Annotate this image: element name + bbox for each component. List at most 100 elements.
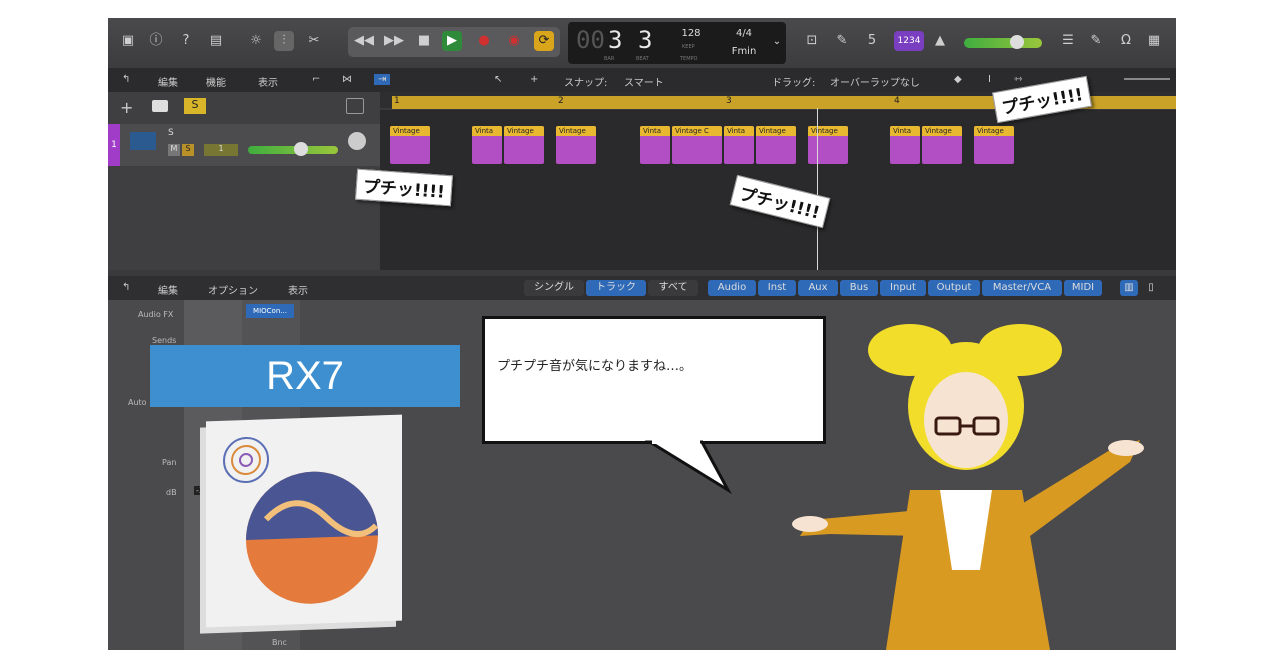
filter-input[interactable]: Input <box>880 280 926 296</box>
audio-region[interactable]: Vintage <box>556 126 596 164</box>
track-header[interactable]: 1 S M S 1 <box>108 124 380 166</box>
back-icon[interactable]: ↰ <box>122 74 130 85</box>
pencil-tool-icon[interactable]: + <box>530 74 538 85</box>
menu-edit[interactable]: 編集 <box>158 74 178 89</box>
horizontal-zoom-icon[interactable]: ⇿ <box>1014 74 1022 85</box>
record-icon[interactable]: ● <box>474 31 494 51</box>
record-enable-button[interactable]: 1 <box>204 144 238 156</box>
filter-master-vca[interactable]: Master/VCA <box>982 280 1062 296</box>
loop-browser-icon[interactable]: Ω <box>1116 31 1136 51</box>
waveform-zoom-icon[interactable]: ◆ <box>954 74 962 85</box>
notes-icon[interactable]: 5 <box>862 31 882 51</box>
lcd-bar-caption: BAR <box>604 56 615 62</box>
tuner-count-in[interactable]: 1234 <box>894 31 924 51</box>
audio-region[interactable]: Vinta <box>640 126 670 164</box>
library-icon[interactable]: ▣ <box>118 31 138 51</box>
list-icon[interactable]: ☰ <box>1058 31 1078 51</box>
bounce-button[interactable]: Bnc <box>272 638 287 647</box>
audio-region[interactable]: Vintage <box>390 126 430 164</box>
zoom-slider[interactable] <box>1124 78 1170 80</box>
track-volume-knob[interactable] <box>294 142 308 156</box>
audio-region[interactable]: Vinta <box>890 126 920 164</box>
wide-view-icon[interactable]: ▥ <box>1120 280 1138 296</box>
list-editors-icon[interactable]: ⊡ <box>802 31 822 51</box>
editors-icon[interactable]: ✂ <box>304 31 324 51</box>
mixer-menu-edit[interactable]: 編集 <box>158 282 178 297</box>
flex-icon[interactable]: ⌐ <box>312 74 320 85</box>
rx7-box-art <box>223 437 379 604</box>
cycle-icon[interactable]: ⟳ <box>534 31 554 51</box>
mixer-icon[interactable]: ⫶ <box>274 31 294 51</box>
scope-all[interactable]: すべて <box>648 280 698 296</box>
smart-tempo-icon[interactable]: ⇥ <box>374 74 391 85</box>
track-options-icon[interactable] <box>346 98 364 114</box>
help-icon[interactable]: ? <box>176 31 196 51</box>
pointer-tool-icon[interactable]: ↖ <box>494 74 502 85</box>
lcd-dropdown-icon[interactable]: ⌄ <box>772 36 782 47</box>
ruler-mark: 4 <box>894 96 900 106</box>
scope-single[interactable]: シングル <box>524 280 584 296</box>
ruler-mark: 1 <box>394 96 400 106</box>
audio-region[interactable]: Vinta <box>724 126 754 164</box>
info-icon[interactable]: ⓘ <box>146 31 166 51</box>
mixer-menu-options[interactable]: オプション <box>208 282 258 297</box>
catch-icon[interactable]: ⋈ <box>342 74 352 85</box>
drag-dropdown[interactable]: オーバーラップなし <box>830 74 920 89</box>
audio-region[interactable]: Vinta <box>472 126 502 164</box>
mixer-back-icon[interactable]: ↰ <box>122 282 130 293</box>
region-label: Vinta <box>640 126 670 136</box>
audio-region[interactable]: Vintage C <box>672 126 722 164</box>
global-solo-icon[interactable]: S <box>184 98 206 114</box>
plugin-slot[interactable]: MIOCon... <box>246 304 294 318</box>
audio-region[interactable]: Vintage <box>974 126 1014 164</box>
note-pad-icon[interactable]: ✎ <box>1086 31 1106 51</box>
toolbar-icon[interactable]: ▤ <box>206 31 226 51</box>
master-volume-slider[interactable] <box>964 38 1042 48</box>
pan-label: Pan <box>162 458 177 467</box>
pencil-icon[interactable]: ✎ <box>832 31 852 51</box>
filter-audio[interactable]: Audio <box>708 280 756 296</box>
narrow-view-icon[interactable]: ▯ <box>1142 280 1160 296</box>
filter-aux[interactable]: Aux <box>798 280 838 296</box>
smart-controls-icon[interactable]: ☼ <box>246 31 266 51</box>
menu-function[interactable]: 機能 <box>206 74 226 89</box>
mute-button[interactable]: M <box>168 144 180 156</box>
speech-bubble-text: プチプチ音が気になりますね…。 <box>497 359 693 374</box>
lcd-beat-caption: BEAT <box>636 56 649 62</box>
region-label: Vinta <box>724 126 754 136</box>
browser-icon[interactable]: ▦ <box>1144 31 1164 51</box>
snap-dropdown[interactable]: スマート <box>624 74 664 89</box>
ruler-mark: 2 <box>558 96 564 106</box>
filter-output[interactable]: Output <box>928 280 980 296</box>
metronome-icon[interactable]: ▲ <box>930 31 950 51</box>
fast-forward-icon[interactable]: ▶▶ <box>384 31 404 51</box>
audio-region[interactable]: Vintage <box>808 126 848 164</box>
stop-icon[interactable]: ■ <box>414 31 434 51</box>
filter-inst[interactable]: Inst <box>758 280 796 296</box>
mixer-menu-view[interactable]: 表示 <box>288 282 308 297</box>
pan-knob[interactable] <box>348 132 366 150</box>
scope-tracks[interactable]: トラック <box>586 280 646 296</box>
audio-region[interactable]: Vintage <box>504 126 544 164</box>
playhead[interactable] <box>817 108 818 270</box>
audio-region[interactable]: Vintage <box>922 126 962 164</box>
snap-label: スナップ: <box>564 78 608 89</box>
play-icon[interactable]: ▶ <box>442 31 462 51</box>
replace-record-icon[interactable]: ◉ <box>504 31 524 51</box>
audio-region[interactable]: Vintage <box>756 126 796 164</box>
region-label: Vinta <box>890 126 920 136</box>
menu-view[interactable]: 表示 <box>258 74 278 89</box>
filter-bus[interactable]: Bus <box>840 280 878 296</box>
master-volume-knob[interactable] <box>1010 35 1024 49</box>
lcd-display[interactable]: 00 3 3 BAR BEAT 128 KEEP TEMPO 4/4 Fmin … <box>568 22 786 64</box>
rewind-icon[interactable]: ◀◀ <box>354 31 374 51</box>
vertical-zoom-icon[interactable]: I <box>988 74 991 85</box>
region-label: Vintage <box>504 126 544 136</box>
filter-midi[interactable]: MIDI <box>1064 280 1102 296</box>
solo-button[interactable]: S <box>182 144 194 156</box>
track-name[interactable]: S <box>168 128 174 138</box>
track-duplicate-icon[interactable] <box>152 100 168 112</box>
track-volume-slider[interactable] <box>248 146 338 154</box>
add-track-icon[interactable]: + <box>120 98 133 117</box>
lcd-bar: 3 <box>608 26 623 54</box>
